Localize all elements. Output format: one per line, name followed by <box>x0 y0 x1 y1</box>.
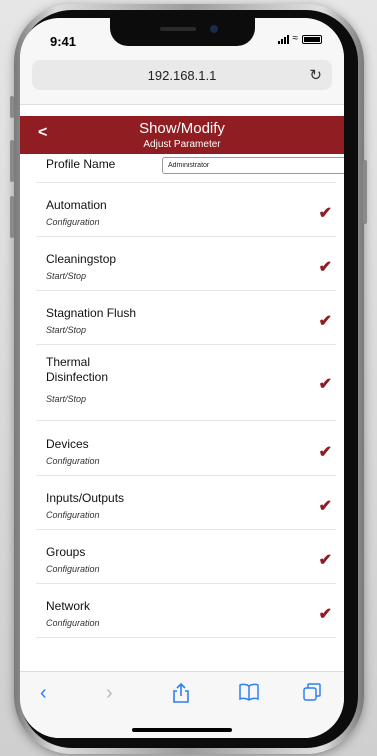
wifi-icon: ≈ <box>292 33 299 44</box>
phone-screen: 9:41 ≈ 192.168.1.1 ↻ < Show/Modify Adjus… <box>20 18 344 738</box>
checkmark-icon[interactable]: ✔ <box>319 550 332 570</box>
back-arrow-icon[interactable]: ‹ <box>40 682 47 705</box>
list-item-inputs-outputs[interactable]: Inputs/Outputs Configuration ✔ <box>36 476 336 530</box>
item-title: Automation <box>46 198 107 212</box>
item-subtitle: Configuration <box>46 618 100 628</box>
forward-arrow-icon[interactable]: › <box>106 682 113 705</box>
cellular-signal-icon <box>277 35 289 44</box>
reload-icon[interactable]: ↻ <box>309 66 322 84</box>
front-camera <box>210 25 218 33</box>
profile-name-row: Profile Name <box>36 154 344 183</box>
item-title: Cleaningstop <box>46 252 117 266</box>
volume-up-button <box>10 140 14 182</box>
share-icon[interactable] <box>172 682 190 704</box>
notch <box>110 18 255 46</box>
checkmark-icon[interactable]: ✔ <box>319 311 332 331</box>
item-title: Groups <box>46 545 86 559</box>
page-header: < Show/Modify Adjust Parameter <box>20 116 344 154</box>
item-title: Inputs/Outputs <box>46 491 125 505</box>
checkmark-icon[interactable]: ✔ <box>319 374 332 394</box>
mute-switch <box>10 96 14 118</box>
list-item-network[interactable]: Network Configuration ✔ <box>36 584 336 638</box>
tabs-icon[interactable] <box>302 682 322 702</box>
checkmark-icon[interactable]: ✔ <box>319 442 332 462</box>
page-title: Show/Modify <box>139 120 225 137</box>
checkmark-icon[interactable]: ✔ <box>319 604 332 624</box>
home-indicator <box>132 728 232 732</box>
power-button <box>363 160 367 224</box>
checkmark-icon[interactable]: ✔ <box>319 203 332 223</box>
item-subtitle: Start/Stop <box>46 271 87 281</box>
list-item-thermal-disinfection[interactable]: Thermal Disinfection Start/Stop ✔ <box>36 345 336 421</box>
browser-address-area: 192.168.1.1 ↻ <box>20 54 344 105</box>
list-item-automation[interactable]: Automation Configuration ✔ <box>36 183 336 237</box>
list-item-stagnation-flush[interactable]: Stagnation Flush Start/Stop ✔ <box>36 291 336 345</box>
address-bar[interactable]: 192.168.1.1 ↻ <box>32 60 332 90</box>
battery-icon <box>302 35 322 44</box>
item-subtitle: Configuration <box>46 510 100 520</box>
item-title: Devices <box>46 437 89 451</box>
item-subtitle: Start/Stop <box>46 394 87 404</box>
settings-list: Profile Name Automation Configuration ✔ … <box>36 154 344 638</box>
list-item-devices[interactable]: Devices Configuration ✔ <box>36 421 336 476</box>
bookmarks-icon[interactable] <box>238 682 260 702</box>
speaker-grille <box>160 27 196 31</box>
profile-name-label: Profile Name <box>46 157 116 171</box>
checkmark-icon[interactable]: ✔ <box>319 496 332 516</box>
list-item-cleaningstop[interactable]: Cleaningstop Start/Stop ✔ <box>36 237 336 291</box>
list-item-groups[interactable]: Groups Configuration ✔ <box>36 530 336 584</box>
url-text[interactable]: 192.168.1.1 <box>32 68 332 83</box>
item-subtitle: Configuration <box>46 564 100 574</box>
browser-toolbar: ‹ › <box>20 671 344 738</box>
profile-name-input[interactable] <box>162 157 344 174</box>
volume-down-button <box>10 196 14 238</box>
item-title: Stagnation Flush <box>46 306 137 320</box>
page-subtitle: Adjust Parameter <box>143 139 221 150</box>
checkmark-icon[interactable]: ✔ <box>319 257 332 277</box>
status-icons: ≈ <box>277 33 322 44</box>
item-subtitle: Configuration <box>46 217 100 227</box>
item-title: Thermal Disinfection <box>46 355 109 384</box>
status-time: 9:41 <box>50 34 77 49</box>
item-title: Network <box>46 599 91 613</box>
item-subtitle: Start/Stop <box>46 325 87 335</box>
item-subtitle: Configuration <box>46 456 100 466</box>
